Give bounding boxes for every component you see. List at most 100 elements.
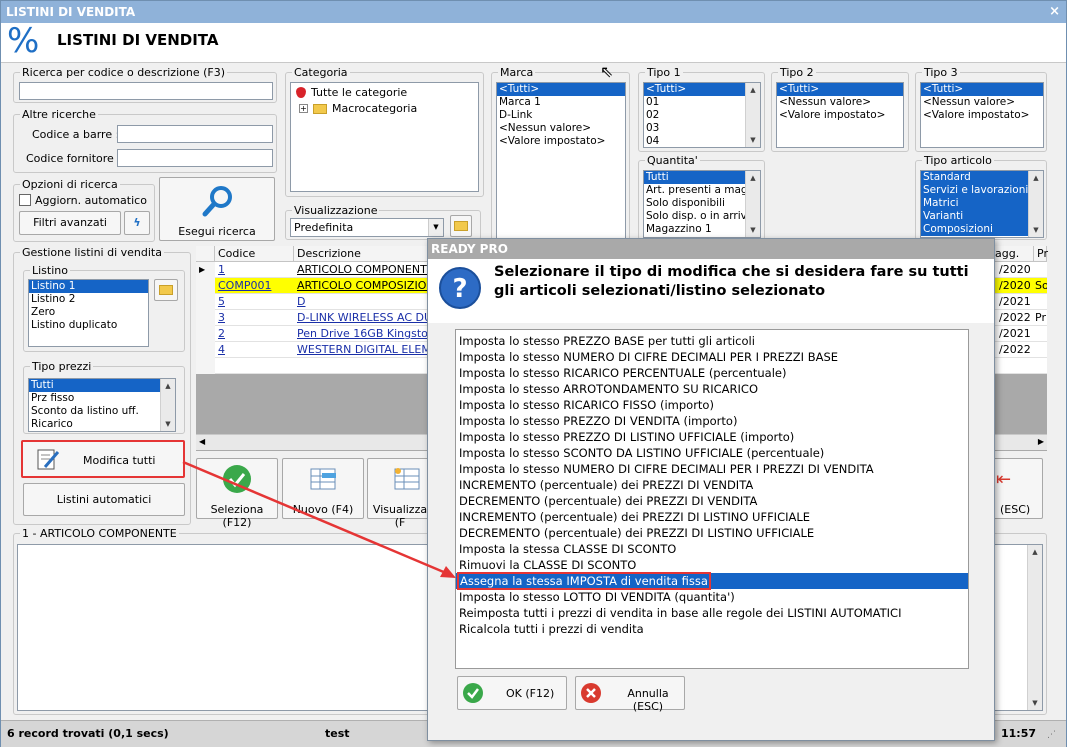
list-item[interactable]: DECREMENTO (percentuale) dei PREZZI DI L… — [456, 525, 968, 541]
list-item[interactable]: Rimuovi la CLASSE DI SCONTO — [456, 557, 968, 573]
list-item[interactable]: Prz fisso — [29, 392, 175, 405]
auto-update-checkbox[interactable] — [19, 194, 31, 206]
list-item[interactable]: Standard — [921, 171, 1028, 184]
cell-code[interactable]: 1 — [215, 262, 294, 278]
list-item[interactable]: Art. presenti a magazzino — [644, 184, 745, 197]
cell-code[interactable]: 2 — [215, 326, 294, 342]
cell-code[interactable]: COMP001 — [215, 278, 294, 294]
list-item[interactable]: <Nessun valore> — [777, 96, 903, 109]
list-item-selected[interactable]: Assegna la stessa IMPOSTA di vendita fis… — [456, 572, 968, 590]
list-item[interactable]: Listino 1 — [29, 280, 148, 293]
list-item[interactable]: Imposta lo stesso SCONTO DA LISTINO UFFI… — [456, 445, 968, 461]
list-item[interactable]: INCREMENTO (percentuale) dei PREZZI DI L… — [456, 509, 968, 525]
scrollbar[interactable]: ▲ ▼ — [160, 379, 175, 431]
list-item[interactable]: 03 — [644, 122, 760, 135]
cell-code[interactable]: 4 — [215, 342, 294, 358]
list-item[interactable]: Matrici — [921, 197, 1028, 210]
cell-code[interactable]: 3 — [215, 310, 294, 326]
barcode-field[interactable] — [117, 125, 273, 143]
scrollbar[interactable]: ▲ ▼ — [1027, 545, 1042, 710]
quantity-list[interactable]: Tutti Art. presenti a magazzino Solo dis… — [643, 170, 761, 238]
list-item[interactable]: Imposta lo stesso PREZZO DI LISTINO UFFI… — [456, 429, 968, 445]
new-button[interactable]: Nuovo (F4) — [282, 458, 364, 519]
supplier-code-field[interactable] — [117, 149, 273, 167]
list-item[interactable]: Magazzino 1 — [644, 223, 760, 236]
list-item[interactable]: Imposta lo stesso NUMERO DI CIFRE DECIMA… — [456, 461, 968, 477]
list-item[interactable]: 02 — [644, 109, 760, 122]
list-item[interactable]: Imposta lo stesso RICARICO FISSO (import… — [456, 397, 968, 413]
resize-grip-icon[interactable]: ⋰ — [1047, 730, 1056, 740]
list-item[interactable]: Listino duplicato — [29, 319, 148, 332]
lightning-button[interactable]: ϟ — [124, 211, 150, 235]
select-button[interactable]: Seleziona (F12) — [196, 458, 278, 529]
expand-icon[interactable]: + — [299, 104, 308, 113]
list-item[interactable]: <Tutti> — [497, 83, 625, 96]
list-item[interactable]: Imposta lo stesso PREZZO DI VENDITA (imp… — [456, 413, 968, 429]
list-item[interactable]: Ricalcola tutti i prezzi di vendita — [456, 621, 968, 637]
grid-header-agg[interactable]: agg. — [992, 246, 1034, 262]
scroll-left-icon[interactable]: ◀ — [199, 437, 205, 446]
list-item[interactable]: Tutti — [644, 171, 745, 184]
category-item[interactable]: Macrocategoria — [332, 102, 417, 115]
list-item[interactable]: Imposta lo stesso NUMERO DI CIFRE DECIMA… — [456, 349, 968, 365]
list-item[interactable]: Varianti — [921, 210, 1028, 223]
type3-list[interactable]: <Tutti> <Nessun valore> <Valore impostat… — [920, 82, 1044, 148]
view-button[interactable]: Visualizza (F — [367, 458, 429, 529]
search-input[interactable] — [19, 82, 273, 100]
list-item[interactable]: 04 — [644, 135, 760, 147]
list-item[interactable]: <Valore impostato> — [777, 109, 903, 122]
list-item[interactable]: Tutti — [29, 379, 160, 392]
list-item[interactable]: 01 — [644, 96, 760, 109]
list-item[interactable]: D-Link — [497, 109, 625, 122]
list-item[interactable]: <Nessun valore> — [921, 96, 1043, 109]
modify-all-button[interactable]: Modifica tutti — [21, 440, 185, 478]
brand-list[interactable]: <Tutti> Marca 1 D-Link <Nessun valore> <… — [496, 82, 626, 250]
type1-list[interactable]: <Tutti> 01 02 03 04 ▲ ▼ — [643, 82, 761, 148]
scrollbar[interactable]: ▲ ▼ — [745, 171, 760, 237]
list-item[interactable]: Marca 1 — [497, 96, 625, 109]
category-tree[interactable]: Tutte le categorie + Macrocategoria — [290, 82, 479, 192]
type2-list[interactable]: <Tutti> <Nessun valore> <Valore impostat… — [776, 82, 904, 148]
ok-button[interactable]: OK (F12) — [457, 676, 567, 710]
scrollbar[interactable]: ▲ ▼ — [745, 83, 760, 147]
list-item[interactable]: Imposta la stessa CLASSE DI SCONTO — [456, 541, 968, 557]
scroll-right-icon[interactable]: ▶ — [1038, 437, 1044, 446]
list-item[interactable]: Imposta lo stesso LOTTO DI VENDITA (quan… — [456, 589, 968, 605]
list-item[interactable]: Imposta lo stesso RICARICO PERCENTUALE (… — [456, 365, 968, 381]
cancel-button[interactable]: Annulla (ESC) — [575, 676, 685, 713]
modify-options-list[interactable]: Imposta lo stesso PREZZO BASE per tutti … — [455, 329, 969, 669]
list-item[interactable]: <Nessun valore> — [497, 122, 625, 135]
price-type-list[interactable]: Tutti Prz fisso Sconto da listino uff. R… — [28, 378, 176, 432]
list-item[interactable]: <Tutti> — [644, 83, 745, 96]
cell-code[interactable]: 5 — [215, 294, 294, 310]
list-item[interactable]: Reimposta tutti i prezzi di vendita in b… — [456, 605, 968, 621]
list-item[interactable]: Zero — [29, 306, 148, 319]
list-item[interactable]: INCREMENTO (percentuale) dei PREZZI DI V… — [456, 477, 968, 493]
list-item[interactable]: <Tutti> — [921, 83, 1043, 96]
list-item[interactable]: <Valore impostato> — [921, 109, 1043, 122]
list-item[interactable]: Solo disponibili — [644, 197, 760, 210]
list-item[interactable]: Listino 2 — [29, 293, 148, 306]
automatic-lists-button[interactable]: Listini automatici — [23, 483, 185, 516]
grid-header-pr[interactable]: Pr — [1034, 246, 1048, 262]
listino-list[interactable]: Listino 1 Listino 2 Zero Listino duplica… — [28, 279, 149, 347]
list-item[interactable]: DECREMENTO (percentuale) dei PREZZI DI V… — [456, 493, 968, 509]
grid-header-code[interactable]: Codice — [215, 246, 294, 262]
listino-folder-button[interactable] — [154, 279, 178, 301]
list-item[interactable]: Solo disp. o in arrivo — [644, 210, 745, 223]
list-item[interactable]: Servizi e lavorazioni — [921, 184, 1028, 197]
close-icon[interactable]: × — [1049, 1, 1060, 23]
view-select[interactable]: Predefinita ▼ — [290, 218, 444, 237]
list-item[interactable]: Composizioni — [921, 223, 1028, 236]
list-item[interactable]: <Valore impostato> — [497, 135, 625, 148]
chevron-down-icon[interactable]: ▼ — [428, 219, 443, 236]
article-type-list[interactable]: Standard Servizi e lavorazioni Matrici V… — [920, 170, 1044, 238]
list-item[interactable]: Imposta lo stesso PREZZO BASE per tutti … — [456, 333, 968, 349]
scrollbar[interactable]: ▲ ▼ — [1028, 171, 1043, 237]
execute-search-button[interactable]: Esegui ricerca — [159, 177, 275, 241]
list-item[interactable]: Ricarico — [29, 418, 175, 431]
list-item[interactable]: Imposta lo stesso ARROTONDAMENTO SU RICA… — [456, 381, 968, 397]
list-item[interactable]: Sconto da listino uff. — [29, 405, 175, 418]
category-item[interactable]: Tutte le categorie — [311, 86, 407, 99]
list-item[interactable]: <Tutti> — [777, 83, 903, 96]
